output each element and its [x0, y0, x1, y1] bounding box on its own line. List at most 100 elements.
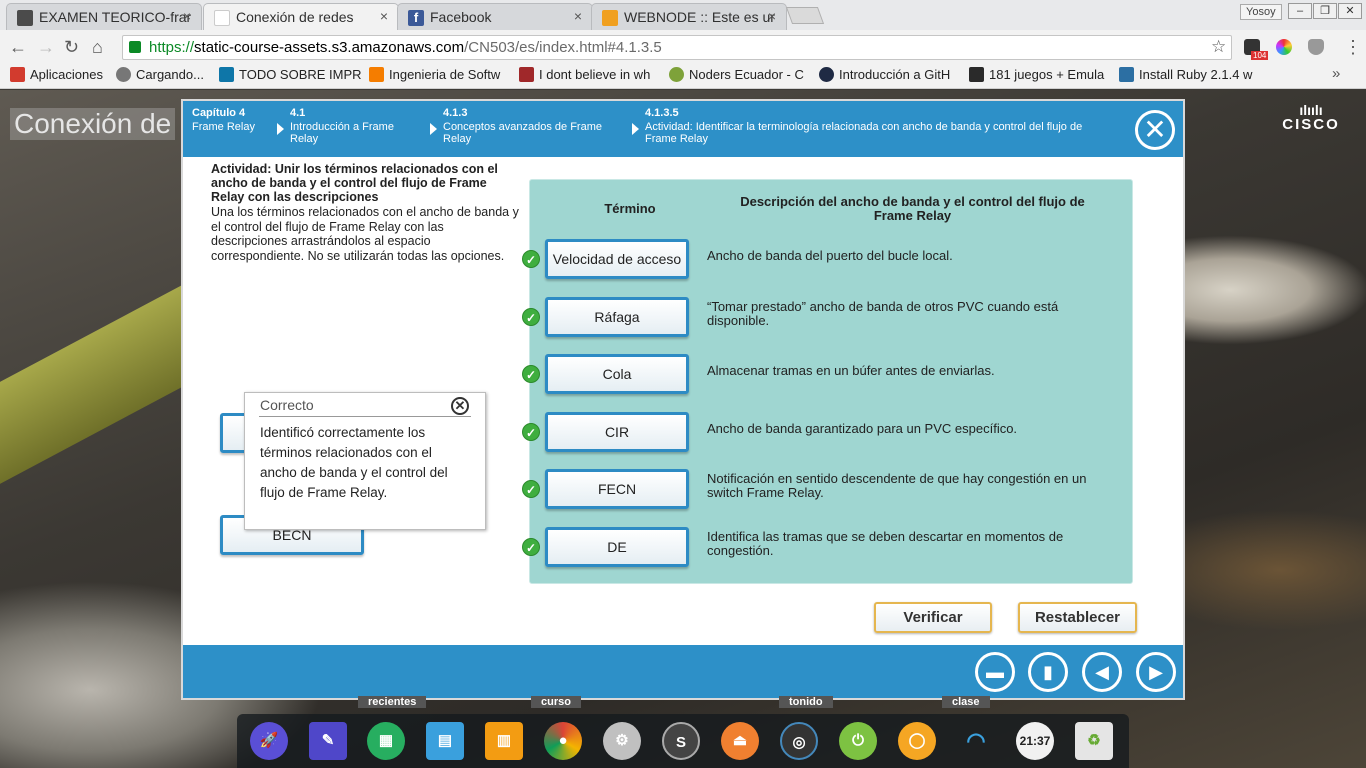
bookmark-icon[interactable]: ▮ — [1028, 652, 1068, 692]
power-icon[interactable]: ◯ — [898, 722, 936, 760]
breadcrumb-number: 4.1 — [290, 107, 306, 119]
apps-icon — [10, 67, 25, 82]
bookmark-label: TODO SOBRE IMPR — [239, 67, 362, 82]
clock-icon[interactable]: 21:37 — [1016, 722, 1054, 760]
course-activity-window: Capítulo 4 Frame Relay 4.1 Introducción a … — [181, 99, 1185, 700]
activity-title: Actividad: Unir los términos relacionado… — [211, 162, 498, 204]
browser-tab-active[interactable]: Conexión de redes × — [203, 3, 399, 30]
term-drop-target[interactable]: Cola — [545, 354, 689, 394]
bookmark-item[interactable]: Aplicaciones — [10, 67, 103, 82]
chat-icon[interactable]: ▬ — [975, 652, 1015, 692]
close-tab-icon[interactable]: × — [380, 8, 388, 24]
check-icon: ✓ — [522, 538, 540, 556]
check-icon: ✓ — [522, 480, 540, 498]
code-school-icon — [819, 67, 834, 82]
check-icon: ✓ — [522, 308, 540, 326]
bookmark-item[interactable]: Noders Ecuador - C — [669, 67, 804, 82]
settings-gear-icon[interactable]: ⚙ — [603, 722, 641, 760]
plug-icon[interactable]: ⏻ — [839, 722, 877, 760]
image-editor-icon[interactable]: ✎ — [309, 722, 347, 760]
breadcrumb-subsection[interactable]: 4.1.3 Conceptos avanzados de Frame Relay — [443, 107, 603, 145]
cisco-bars-icon: ılıılı — [1299, 102, 1323, 118]
new-tab-button[interactable] — [785, 7, 825, 24]
app-store-icon[interactable]: ▦ — [367, 722, 405, 760]
bookmark-item[interactable]: Ingenieria de Softw — [369, 67, 500, 82]
close-window-icon[interactable]: ✕ — [1338, 3, 1362, 19]
term-description: Identifica las tramas que se deben desca… — [707, 529, 1064, 558]
shield-icon[interactable] — [1308, 39, 1324, 55]
maximize-icon[interactable]: ❐ — [1313, 3, 1337, 19]
bookmark-star-icon[interactable]: ☆ — [1211, 37, 1226, 57]
term-drop-target[interactable]: CIR — [545, 412, 689, 452]
bookmark-label: Aplicaciones — [30, 67, 103, 82]
close-tab-icon[interactable]: × — [183, 8, 191, 24]
noders-icon — [669, 67, 684, 82]
browser-icon[interactable]: ◎ — [780, 722, 818, 760]
previous-icon[interactable]: ◀ — [1082, 652, 1122, 692]
breadcrumb-number: Capítulo 4 — [192, 107, 246, 119]
page-icon — [519, 67, 534, 82]
close-popup-icon[interactable]: ✕ — [451, 397, 469, 415]
activity-instructions: Una los términos relacionados con el anc… — [211, 205, 519, 263]
minimize-icon[interactable]: – — [1288, 3, 1312, 19]
url-scheme: https:// — [149, 39, 195, 56]
browser-tab-strip: EXAMEN TEORICO-frar × Conexión de redes … — [0, 0, 1366, 30]
breadcrumb-number: 4.1.3.5 — [645, 107, 679, 119]
close-activity-button[interactable]: ✕ — [1135, 110, 1175, 150]
back-arrow-icon[interactable]: ← — [9, 37, 27, 58]
term-drop-target[interactable]: Velocidad de acceso — [545, 239, 689, 279]
bookmark-label: Install Ruby 2.1.4 w — [1139, 67, 1253, 82]
bookmark-label: Cargando... — [136, 67, 204, 82]
extension-badge: 104 — [1251, 51, 1269, 60]
file-manager-icon[interactable]: ▤ — [426, 722, 464, 760]
breadcrumb-section[interactable]: 4.1 Introducción a Frame Relay — [290, 107, 400, 145]
launcher-rocket-icon[interactable]: 🚀 — [250, 722, 288, 760]
bookmark-item[interactable]: Cargando... — [116, 67, 204, 82]
browser-tab[interactable]: WEBNODE :: Este es ur × — [591, 3, 787, 30]
cisco-logo: ılıılı CISCO — [1280, 102, 1342, 133]
wifi-icon[interactable]: ◠ — [957, 722, 995, 760]
bookmark-item[interactable]: 181 juegos + Emula — [969, 67, 1104, 82]
address-bar[interactable]: https://static-course-assets.s3.amazonaw… — [122, 35, 1232, 60]
feedback-popup: Correcto ✕ Identificó correctamente los … — [244, 392, 486, 530]
reload-icon[interactable]: ↻ — [64, 37, 79, 58]
menu-icon[interactable]: ⋮ — [1344, 37, 1362, 58]
chrome-icon[interactable]: ● — [544, 722, 582, 760]
shopping-bag-icon[interactable]: ▥ — [485, 722, 523, 760]
next-icon[interactable]: ▶ — [1136, 652, 1176, 692]
sublime-icon[interactable]: S — [662, 722, 700, 760]
bookmark-item[interactable]: TODO SOBRE IMPR — [219, 67, 362, 82]
breadcrumb-text: Frame Relay — [192, 121, 255, 133]
feedback-title: Correcto — [260, 397, 314, 413]
breadcrumb-text: Actividad: Identificar la terminología r… — [645, 121, 1083, 145]
background-page-title: Conexión de — [10, 108, 176, 140]
reset-button[interactable]: Restablecer — [1018, 602, 1137, 633]
course-footer: ▬ ▮ ◀ ▶ — [183, 645, 1183, 698]
color-extension-icon[interactable] — [1276, 39, 1292, 55]
breadcrumb-activity: 4.1.3.5 Actividad: Identificar la termino… — [645, 107, 1105, 145]
close-tab-icon[interactable]: × — [574, 8, 582, 24]
bookmark-item[interactable]: Install Ruby 2.1.4 w — [1119, 67, 1329, 82]
background-label: recientes — [358, 696, 427, 708]
document-icon — [214, 10, 230, 26]
term-drop-target[interactable]: FECN — [545, 469, 689, 509]
more-bookmarks-chevron-icon[interactable]: » — [1332, 65, 1340, 82]
bookmark-item[interactable]: Introducción a GitH — [819, 67, 950, 82]
gamepad-icon — [969, 67, 984, 82]
close-tab-icon[interactable]: × — [768, 8, 776, 24]
term-description: Ancho de banda garantizado para un PVC e… — [707, 421, 1018, 436]
bookmark-item[interactable]: I dont believe in wh — [519, 67, 650, 82]
breadcrumb-chapter[interactable]: Capítulo 4 Frame Relay — [192, 107, 272, 133]
browser-tab[interactable]: EXAMEN TEORICO-frar × — [6, 3, 202, 30]
eject-icon[interactable]: ⏏ — [721, 722, 759, 760]
verify-button[interactable]: Verificar — [874, 602, 992, 633]
breadcrumb-number: 4.1.3 — [443, 107, 468, 119]
term-drop-target[interactable]: Ráfaga — [545, 297, 689, 337]
user-profile-button[interactable]: Yosoy — [1240, 4, 1282, 20]
forward-arrow-icon[interactable]: → — [37, 37, 55, 58]
home-icon[interactable]: ⌂ — [92, 37, 103, 58]
term-drop-target[interactable]: DE — [545, 527, 689, 567]
breadcrumb-text: Introducción a Frame Relay — [290, 121, 394, 145]
trash-icon[interactable]: ♻ — [1075, 722, 1113, 760]
browser-tab[interactable]: f Facebook × — [397, 3, 593, 30]
